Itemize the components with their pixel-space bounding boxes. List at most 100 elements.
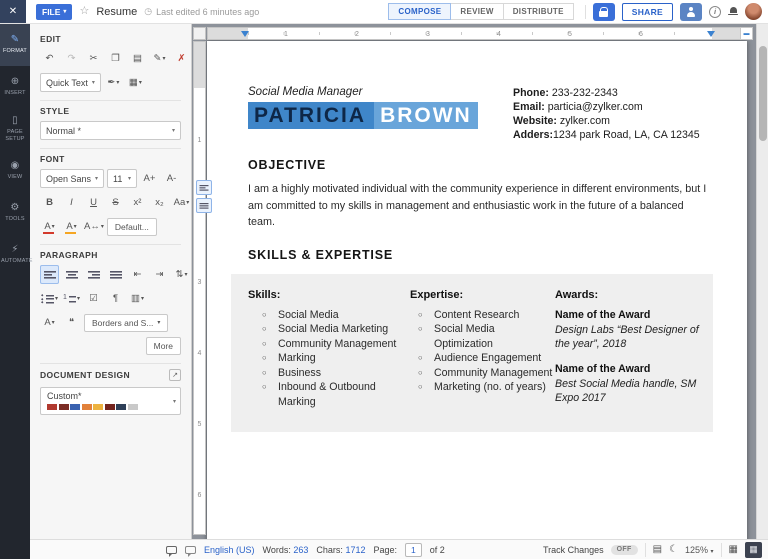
- align-right-button[interactable]: [84, 265, 103, 284]
- justify-button[interactable]: [106, 265, 125, 284]
- font-color-button[interactable]: A▾: [40, 217, 59, 236]
- document-title[interactable]: Resume: [96, 6, 137, 18]
- vertical-ruler[interactable]: 1 2 3 4 5 6: [193, 41, 206, 535]
- ruler-toggle-button[interactable]: ▬: [740, 27, 753, 40]
- color-swatch: [70, 404, 80, 410]
- page-number-input[interactable]: 1: [405, 543, 422, 557]
- award-name: Name of the Award: [555, 308, 701, 322]
- superscript-button[interactable]: x²: [128, 193, 147, 212]
- quick-action-button[interactable]: [196, 180, 212, 195]
- tab-review[interactable]: REVIEW: [451, 3, 503, 20]
- align-center-button[interactable]: [62, 265, 81, 284]
- page-view-icon[interactable]: ▤: [653, 545, 662, 555]
- subscript-button[interactable]: x₂: [150, 193, 169, 212]
- strikethrough-button[interactable]: S: [106, 193, 125, 212]
- more-label: More: [154, 341, 173, 351]
- undo-button[interactable]: ↶: [40, 49, 59, 68]
- copy-button[interactable]: ❐: [106, 49, 125, 68]
- collaborate-button[interactable]: [680, 3, 702, 21]
- document-design-dropdown[interactable]: Custom* ▾: [40, 387, 181, 415]
- word-count[interactable]: Words: 263: [263, 545, 309, 555]
- external-link-icon: ↗: [172, 371, 178, 379]
- undo-icon: ↶: [46, 53, 54, 64]
- bullet-list-button[interactable]: ▾: [40, 289, 59, 308]
- vertical-scrollbar[interactable]: [756, 24, 768, 539]
- align-left-button[interactable]: [40, 265, 59, 284]
- rail-item-insert[interactable]: ⊕INSERT: [0, 66, 30, 108]
- chat-icon[interactable]: [185, 546, 196, 554]
- share-button[interactable]: SHARE: [622, 3, 673, 21]
- change-case-icon: Aa: [174, 197, 186, 208]
- info-button[interactable]: i: [709, 6, 721, 18]
- close-button[interactable]: ✕: [0, 0, 26, 23]
- panel-toggle-button[interactable]: ▦: [745, 542, 762, 558]
- skill-item: Business: [278, 366, 321, 381]
- clear-format-button[interactable]: ✗: [172, 49, 191, 68]
- tab-distribute[interactable]: DISTRIBUTE: [504, 3, 574, 20]
- indent-button[interactable]: ⇥: [150, 265, 169, 284]
- checklist-button[interactable]: ☑: [84, 289, 103, 308]
- redo-button[interactable]: ↷: [62, 49, 81, 68]
- open-design-gallery-button[interactable]: ↗: [169, 369, 181, 381]
- track-changes-toggle[interactable]: OFF: [611, 545, 638, 555]
- list-item: ○Community Management: [410, 366, 555, 381]
- font-size-dropdown[interactable]: 11▾: [107, 169, 137, 188]
- numbered-list-button[interactable]: ▾: [62, 289, 81, 308]
- file-menu-button[interactable]: FILE▾: [36, 4, 72, 20]
- tab-compose[interactable]: COMPOSE: [388, 3, 451, 20]
- horizontal-ruler[interactable]: 1 2 3 4 5 6 7: [207, 27, 747, 40]
- rail-item-view[interactable]: ◉VIEW: [0, 150, 30, 192]
- decrease-font-button[interactable]: A-: [162, 169, 181, 188]
- lock-button[interactable]: [593, 3, 615, 21]
- indent-marker[interactable]: [241, 31, 249, 37]
- cut-button[interactable]: ✂: [84, 49, 103, 68]
- grid-view-icon[interactable]: ▦: [729, 545, 738, 555]
- font-family-dropdown[interactable]: Open Sans▾: [40, 169, 104, 188]
- more-button[interactable]: More: [146, 337, 181, 355]
- quick-action-button[interactable]: [196, 198, 212, 213]
- scrollbar-thumb[interactable]: [759, 46, 767, 141]
- format-panel: EDIT ↶ ↷ ✂ ❐ ▤ ✎▾ ✗ Quick Text▾ ✒▾ ▦▾ ST…: [30, 24, 192, 539]
- quick-text-dropdown[interactable]: Quick Text▾: [40, 73, 101, 92]
- night-mode-moon-icon[interactable]: ☾: [669, 545, 678, 555]
- copy-icon: ❐: [111, 53, 120, 64]
- char-count[interactable]: Chars: 1712: [316, 545, 365, 555]
- comments-icon[interactable]: [166, 546, 177, 554]
- signature-button[interactable]: ✒▾: [104, 73, 123, 92]
- favorite-star-icon[interactable]: ☆: [79, 6, 89, 17]
- rail-item-format[interactable]: ✎FORMAT: [0, 24, 30, 66]
- user-avatar[interactable]: [745, 3, 762, 20]
- font-default-button[interactable]: Default...: [107, 218, 157, 236]
- line-spacing-button[interactable]: ⇅▾: [172, 265, 191, 284]
- notifications-bell-icon[interactable]: [728, 6, 738, 17]
- right-margin-marker[interactable]: [707, 31, 715, 37]
- insert-field-button[interactable]: ▦▾: [126, 73, 145, 92]
- bold-button[interactable]: B: [40, 193, 59, 212]
- color-swatch: [59, 404, 69, 410]
- style-value: Normal *: [46, 126, 81, 136]
- quote-button[interactable]: ❝: [62, 313, 81, 332]
- document-page[interactable]: Social Media Manager PATRICIABROWN Phone…: [207, 41, 747, 539]
- paragraph-section: PARAGRAPH ⇤ ⇥ ⇅▾ ▾ ▾ ☑ ¶ ▥▾ A▾ ❝ Borders…: [40, 245, 181, 364]
- bullet-icon: ○: [262, 380, 278, 409]
- outdent-button[interactable]: ⇤: [128, 265, 147, 284]
- drop-cap-button[interactable]: A▾: [40, 313, 59, 332]
- underline-button[interactable]: U: [84, 193, 103, 212]
- language-selector[interactable]: English (US): [204, 545, 255, 555]
- paste-button[interactable]: ▤: [128, 49, 147, 68]
- expertise-item: Community Management: [434, 366, 552, 381]
- zoom-control[interactable]: 125% ▾: [685, 545, 714, 555]
- show-formatting-button[interactable]: ¶: [106, 289, 125, 308]
- columns-button[interactable]: ▥▾: [128, 289, 147, 308]
- rail-item-automate[interactable]: ⚡AUTOMATE: [0, 234, 30, 276]
- paragraph-style-dropdown[interactable]: Normal *▾: [40, 121, 181, 140]
- rail-item-tools[interactable]: ⚙TOOLS: [0, 192, 30, 234]
- change-case-button[interactable]: Aa▾: [172, 193, 191, 212]
- increase-font-button[interactable]: A+: [140, 169, 159, 188]
- italic-button[interactable]: I: [62, 193, 81, 212]
- highlight-color-button[interactable]: A▾: [62, 217, 81, 236]
- borders-shading-button[interactable]: Borders and S...▾: [84, 314, 168, 332]
- format-painter-button[interactable]: ✎▾: [150, 49, 169, 68]
- rail-item-page-setup[interactable]: ▯PAGE SETUP: [0, 108, 30, 150]
- character-spacing-button[interactable]: A↔▾: [84, 217, 104, 236]
